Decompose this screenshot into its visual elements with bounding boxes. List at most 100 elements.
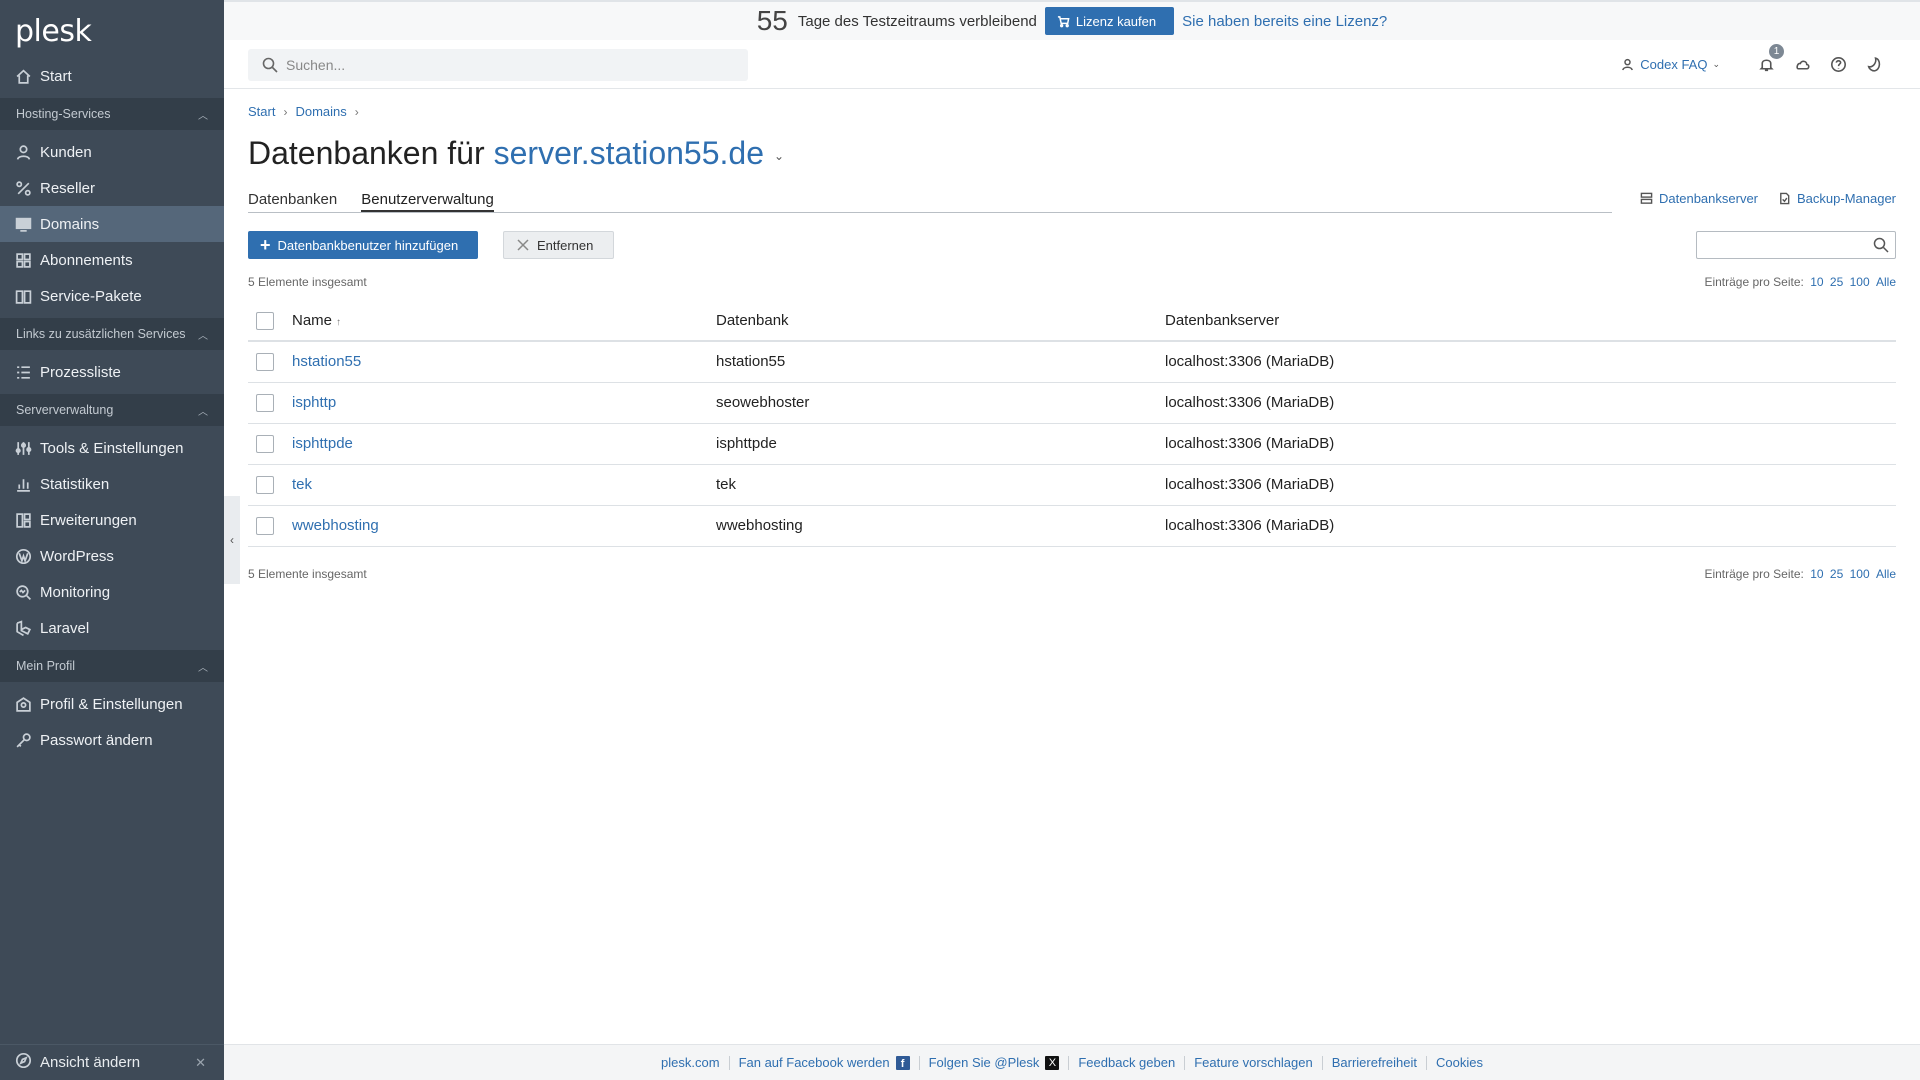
column-database-server[interactable]: Datenbankserver <box>1165 301 1896 342</box>
global-search-input[interactable]: Suchen... <box>248 49 748 81</box>
sidebar-item-domains[interactable]: Domains <box>0 206 224 242</box>
sidebar-item-tools[interactable]: Tools & Einstellungen <box>0 430 224 466</box>
database-server-link[interactable]: Datenbankserver <box>1640 191 1758 206</box>
have-license-link[interactable]: Sie haben bereits eine Lizenz? <box>1182 13 1387 30</box>
buy-license-button[interactable]: Lizenz kaufen <box>1044 7 1175 35</box>
sort-up-icon: ↑ <box>336 317 342 328</box>
chevron-down-icon[interactable]: ⌄ <box>774 149 784 163</box>
remove-button[interactable]: Entfernen <box>503 231 615 259</box>
per-page-100[interactable]: 100 <box>1850 275 1870 289</box>
user-name-link[interactable]: tek <box>292 476 312 493</box>
select-all-checkbox[interactable] <box>256 311 274 330</box>
section-server[interactable]: Serververwaltung ︿ <box>0 394 224 426</box>
list-toolbar: + Datenbankbenutzer hinzufügen Entfernen <box>248 231 1896 259</box>
per-page-10[interactable]: 10 <box>1810 567 1823 581</box>
user-name-link[interactable]: wwebhosting <box>292 517 379 534</box>
user-name-cell: tek <box>292 464 716 506</box>
change-view-label: Ansicht ändern <box>40 1054 141 1071</box>
row-checkbox[interactable] <box>256 475 274 494</box>
sidebar: plesk Start Hosting-Services ︿ Kunden Re… <box>0 0 224 1080</box>
row-checkbox-cell <box>248 423 292 465</box>
notifications-button[interactable]: 1 <box>1756 44 1784 74</box>
sidebar-item-service-pakete[interactable]: Service-Pakete <box>0 278 224 314</box>
sliders-icon <box>15 440 32 457</box>
sidebar-item-abonnements[interactable]: Abonnements <box>0 242 224 278</box>
user-name-link[interactable]: isphttp <box>292 394 336 411</box>
footer-x-link[interactable]: Folgen Sie @Plesk X <box>929 1055 1060 1070</box>
per-page-all[interactable]: Alle <box>1876 567 1896 581</box>
sidebar-item-erweiterungen[interactable]: Erweiterungen <box>0 502 224 538</box>
footer-divider <box>1184 1055 1186 1070</box>
footer-divider <box>728 1055 730 1070</box>
footer-cookies-link[interactable]: Cookies <box>1436 1055 1483 1070</box>
sidebar-item-monitoring[interactable]: Monitoring <box>0 574 224 610</box>
chevron-right-icon: › <box>354 104 359 119</box>
sidebar-item-label: Domains <box>40 215 100 233</box>
section-links[interactable]: Links zu zusätzlichen Services ︿ <box>0 318 224 350</box>
per-page-all[interactable]: Alle <box>1876 275 1896 289</box>
sidebar-item-profil[interactable]: Profil & Einstellungen <box>0 686 224 722</box>
add-db-user-button[interactable]: + Datenbankbenutzer hinzufügen <box>248 231 479 259</box>
sidebar-item-kunden[interactable]: Kunden <box>0 134 224 170</box>
tab-datenbanken[interactable]: Datenbanken <box>248 191 337 212</box>
breadcrumb-domains[interactable]: Domains <box>295 104 346 119</box>
tab-benutzerverwaltung[interactable]: Benutzerverwaltung <box>361 191 494 212</box>
dark-mode-button[interactable] <box>1864 54 1884 74</box>
sidebar-item-wordpress[interactable]: WordPress <box>0 538 224 574</box>
per-page-10[interactable]: 10 <box>1810 275 1823 289</box>
user-name-cell: wwebhosting <box>292 505 716 547</box>
list-search-input[interactable] <box>1696 231 1896 259</box>
user-menu[interactable]: Codex FAQ ⌄ <box>1621 57 1720 72</box>
grid-icon <box>15 252 32 269</box>
footer-feedback-link[interactable]: Feedback geben <box>1078 1055 1175 1070</box>
collapse-section-icon[interactable]: ✕ <box>195 1055 206 1071</box>
footer-divider <box>1321 1055 1323 1070</box>
breadcrumb-start[interactable]: Start <box>248 104 275 119</box>
cloud-button[interactable] <box>1792 54 1812 74</box>
per-page-25[interactable]: 25 <box>1830 275 1843 289</box>
help-button[interactable] <box>1828 54 1848 74</box>
footer-accessibility-link[interactable]: Barrierefreiheit <box>1332 1055 1417 1070</box>
user-name-link[interactable]: isphttpde <box>292 435 353 452</box>
table-row: tek tek localhost:3306 (MariaDB) <box>248 464 1896 506</box>
tabs-row: Datenbanken Benutzerverwaltung Datenbank… <box>248 191 1896 213</box>
row-checkbox[interactable] <box>256 516 274 535</box>
per-page-100[interactable]: 100 <box>1850 567 1870 581</box>
footer-feature-link[interactable]: Feature vorschlagen <box>1194 1055 1313 1070</box>
sidebar-item-passwort[interactable]: Passwort ändern <box>0 722 224 758</box>
sidebar-collapse-handle[interactable]: ‹ <box>224 496 240 584</box>
backup-manager-link[interactable]: Backup-Manager <box>1778 191 1896 206</box>
monitor-icon <box>15 216 32 233</box>
list-meta-bottom: 5 Elemente insgesamt Einträge pro Seite:… <box>248 567 1896 583</box>
column-database[interactable]: Datenbank <box>716 301 1165 342</box>
footer-plesk-link[interactable]: plesk.com <box>661 1055 720 1070</box>
tab-links: Datenbankserver Backup-Manager <box>1620 191 1896 206</box>
section-profile[interactable]: Mein Profil ︿ <box>0 650 224 682</box>
page-title-domain[interactable]: server.station55.de <box>494 135 764 172</box>
section-hosting[interactable]: Hosting-Services ︿ <box>0 98 224 130</box>
footer-x-label: Folgen Sie @Plesk <box>928 1055 1040 1070</box>
plesk-logo[interactable]: plesk <box>0 0 224 58</box>
list-meta-top: 5 Elemente insgesamt Einträge pro Seite:… <box>248 275 1896 291</box>
top-header: Suchen... Codex FAQ ⌄ 1 <box>224 40 1920 89</box>
add-db-user-label: Datenbankbenutzer hinzufügen <box>277 237 459 253</box>
user-name-link[interactable]: hstation55 <box>292 353 361 370</box>
sidebar-item-reseller[interactable]: Reseller <box>0 170 224 206</box>
per-page-25[interactable]: 25 <box>1830 567 1843 581</box>
footer-facebook-link[interactable]: Fan auf Facebook werden f <box>739 1055 910 1070</box>
sidebar-item-label: Service-Pakete <box>40 287 142 305</box>
server-icon <box>1640 192 1653 204</box>
row-checkbox[interactable] <box>256 434 274 453</box>
row-checkbox[interactable] <box>256 393 274 412</box>
column-name[interactable]: Name ↑ <box>292 301 716 342</box>
sidebar-item-laravel[interactable]: Laravel <box>0 610 224 646</box>
buy-license-label: Lizenz kaufen <box>1075 13 1157 29</box>
change-view-button[interactable]: Ansicht ändern ✕ <box>0 1044 224 1080</box>
pager: Einträge pro Seite: 10 25 100 Alle <box>1704 275 1896 291</box>
sidebar-item-start[interactable]: Start <box>0 58 224 94</box>
row-checkbox[interactable] <box>256 352 274 371</box>
footer-facebook-label: Fan auf Facebook werden <box>738 1055 890 1070</box>
sidebar-item-statistiken[interactable]: Statistiken <box>0 466 224 502</box>
sidebar-item-prozessliste[interactable]: Prozessliste <box>0 354 224 390</box>
select-all-cell <box>248 301 292 342</box>
